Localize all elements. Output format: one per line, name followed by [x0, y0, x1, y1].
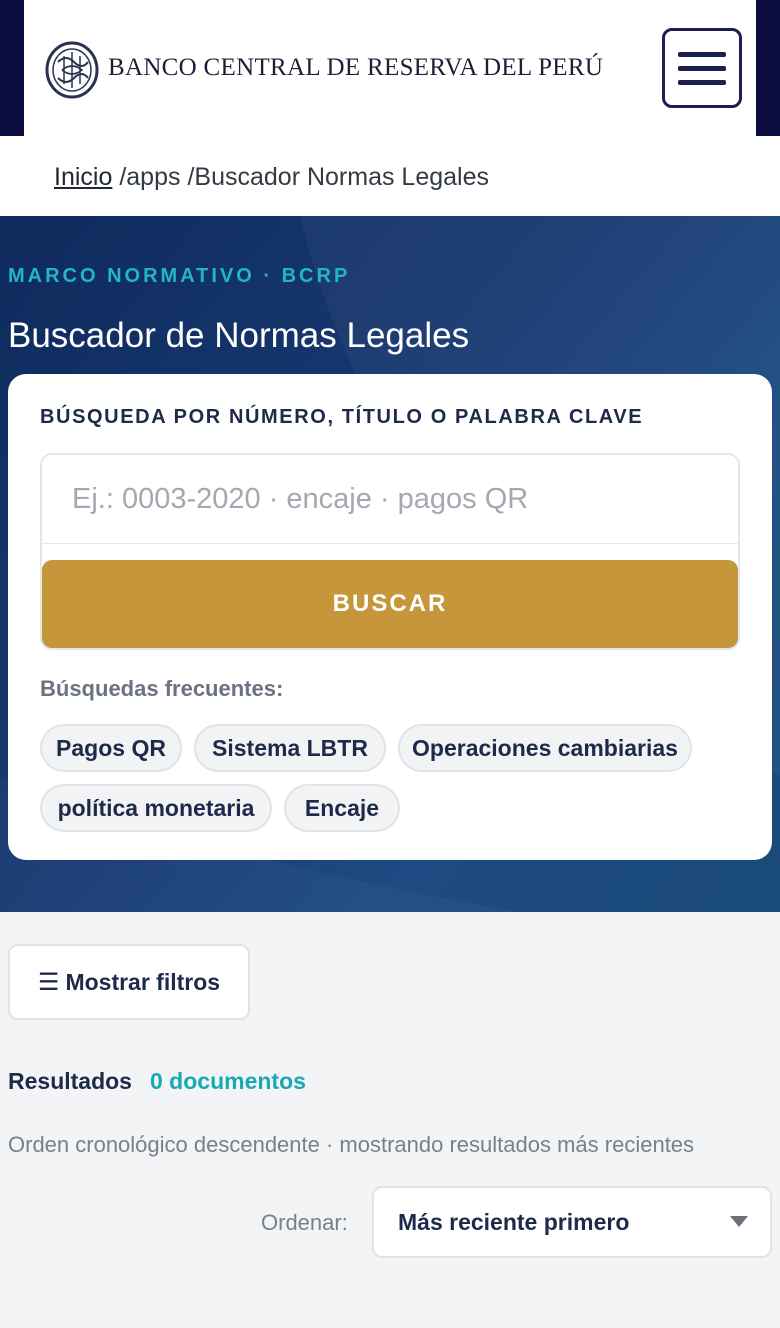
hamburger-menu-icon — [678, 66, 726, 71]
site-header: BANCO CENTRAL DE RESERVA DEL PERÚ — [0, 0, 780, 136]
hamburger-menu-icon — [678, 80, 726, 85]
sort-select-value[interactable]: Más reciente primero — [398, 1209, 629, 1236]
breadcrumb-item-apps: apps — [126, 163, 181, 191]
breadcrumb-separator: / — [112, 163, 127, 191]
frequent-searches-label: Búsquedas frecuentes: — [40, 676, 284, 701]
breadcrumb-current: Buscador Normas Legales — [194, 163, 489, 191]
chip-pagos-qr[interactable]: Pagos QR — [40, 724, 182, 772]
hamburger-menu-icon — [678, 52, 726, 57]
search-button[interactable]: BUSCAR — [42, 560, 738, 648]
chip-encaje[interactable]: Encaje — [284, 784, 400, 832]
search-label: BÚSQUEDA POR NÚMERO, TÍTULO O PALABRA CL… — [40, 406, 644, 428]
show-filters-label: Mostrar filtros — [65, 968, 221, 995]
divider — [42, 543, 738, 544]
results-count: 0 documentos — [150, 1068, 306, 1094]
chip-politica-monetaria[interactable]: política monetaria — [40, 784, 272, 832]
breadcrumb-trail: Inicio /apps /Buscador Normas Legales — [54, 163, 489, 192]
hamburger-menu-button[interactable] — [662, 28, 742, 108]
breadcrumb-separator: / — [180, 163, 195, 191]
chip-operaciones-cambiarias[interactable]: Operaciones cambiarias — [398, 724, 692, 772]
search-input[interactable] — [42, 455, 738, 543]
chip-sistema-lbtr[interactable]: Sistema LBTR — [194, 724, 386, 772]
page-title: Buscador de Normas Legales — [8, 316, 470, 355]
header-bar: BANCO CENTRAL DE RESERVA DEL PERÚ — [24, 0, 756, 136]
sort-label: Ordenar: — [261, 1210, 348, 1235]
bcrp-seal-icon[interactable] — [44, 40, 100, 100]
bank-name-logo[interactable]: BANCO CENTRAL DE RESERVA DEL PERÚ — [108, 54, 603, 82]
order-note: Orden cronológico descendente · mostrand… — [8, 1132, 695, 1157]
results-label: Resultados — [8, 1068, 132, 1094]
breadcrumb-link-inicio[interactable]: Inicio — [54, 163, 112, 191]
list-icon: ☰ — [37, 968, 60, 996]
hero-kicker: MARCO NORMATIVO · BCRP — [8, 265, 351, 287]
show-filters-button[interactable]: ☰ Mostrar filtros — [8, 944, 250, 1020]
caret-down-icon[interactable] — [730, 1216, 748, 1227]
